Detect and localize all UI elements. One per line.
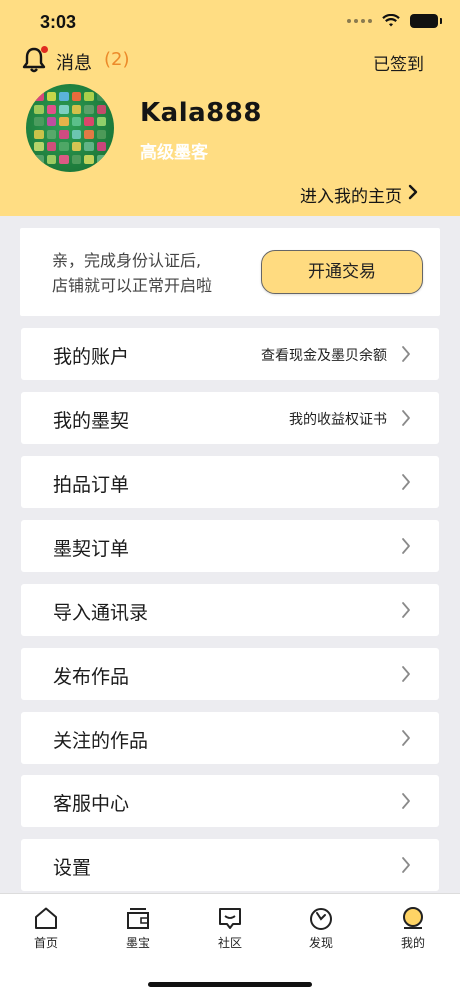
chevron-right-icon	[402, 666, 410, 682]
signal-icon	[347, 19, 372, 23]
menu-item-settings[interactable]: 设置	[21, 839, 439, 891]
menu-item-import-contacts[interactable]: 导入通讯录	[21, 584, 439, 636]
bottom-tab-bar: 首页 墨宝 社区 发现 我的	[0, 893, 460, 996]
chevron-right-icon	[402, 346, 410, 362]
menu-item-label: 我的账户	[53, 346, 130, 368]
discover-icon	[310, 908, 332, 930]
menu-item-label: 我的墨契	[53, 410, 130, 432]
chevron-right-icon	[402, 602, 410, 618]
notifications-button[interactable]	[22, 46, 48, 74]
chevron-right-icon	[402, 410, 410, 426]
menu-item-followed-works[interactable]: 关注的作品	[21, 712, 439, 764]
home-indicator	[148, 982, 312, 987]
menu-item-account[interactable]: 我的账户 查看现金及墨贝余额	[21, 328, 439, 380]
tab-label: 发现	[308, 936, 333, 950]
wallet-icon	[127, 908, 149, 929]
username: Kala888	[140, 98, 262, 128]
status-time: 3:03	[40, 12, 77, 32]
tab-label: 社区	[217, 936, 242, 950]
tab-label: 首页	[33, 936, 58, 950]
menu-item-moqi-orders[interactable]: 墨契订单	[21, 520, 439, 572]
identity-verification-card: 亲，完成身份认证后, 店铺就可以正常开启啦 开通交易	[20, 228, 440, 316]
profile-icon	[403, 907, 423, 929]
verification-line-1: 亲，完成身份认证后,	[52, 251, 202, 270]
menu-item-label: 拍品订单	[53, 474, 130, 496]
home-icon	[35, 907, 57, 929]
chevron-right-icon	[402, 474, 410, 490]
verification-line-2: 店铺就可以正常开启啦	[52, 276, 213, 295]
tab-home[interactable]: 首页	[16, 906, 76, 951]
verification-message: 亲，完成身份认证后, 店铺就可以正常开启啦	[52, 248, 212, 298]
chat-icon	[219, 908, 241, 929]
tab-mobao[interactable]: 墨宝	[108, 906, 168, 951]
menu-item-label: 客服中心	[53, 793, 130, 815]
menu-item-label: 导入通讯录	[53, 602, 149, 624]
tab-label: 我的	[400, 936, 425, 950]
menu-item-publish-work[interactable]: 发布作品	[21, 648, 439, 700]
status-icons	[347, 14, 442, 28]
menu-item-subtitle: 查看现金及墨贝余额	[261, 348, 387, 364]
menu-item-label: 关注的作品	[53, 730, 149, 752]
notification-dot	[41, 46, 48, 53]
battery-icon	[410, 14, 442, 28]
checkin-button[interactable]: 已签到	[373, 50, 424, 75]
menu-item-subtitle: 我的收益权证书	[289, 412, 387, 428]
tab-community[interactable]: 社区	[200, 906, 260, 951]
chevron-right-icon	[402, 730, 410, 746]
menu-item-label: 墨契订单	[53, 538, 130, 560]
messages-label[interactable]: 消息	[56, 49, 92, 75]
menu-item-customer-service[interactable]: 客服中心	[21, 775, 439, 827]
menu-item-auction-orders[interactable]: 拍品订单	[21, 456, 439, 508]
menu-item-label: 发布作品	[53, 666, 130, 688]
chevron-right-icon	[402, 857, 410, 873]
chevron-right-icon	[408, 184, 418, 200]
tab-label: 墨宝	[125, 936, 150, 950]
tab-discover[interactable]: 发现	[291, 906, 351, 951]
messages-count: (2)	[104, 49, 130, 70]
tab-profile[interactable]: 我的	[383, 906, 443, 951]
homepage-link-label: 进入我的主页	[300, 187, 402, 207]
chevron-right-icon	[402, 793, 410, 809]
wifi-icon	[382, 14, 400, 27]
profile-header: 3:03 消息 (2) 已签到 Kala888 高级墨客 进入我的主页	[0, 0, 460, 216]
open-trading-button[interactable]: 开通交易	[261, 250, 423, 294]
avatar[interactable]	[26, 84, 114, 172]
menu-item-moqi[interactable]: 我的墨契 我的收益权证书	[21, 392, 439, 444]
chevron-right-icon	[402, 538, 410, 554]
menu-item-label: 设置	[53, 857, 92, 879]
user-level-badge: 高级墨客	[140, 143, 208, 163]
